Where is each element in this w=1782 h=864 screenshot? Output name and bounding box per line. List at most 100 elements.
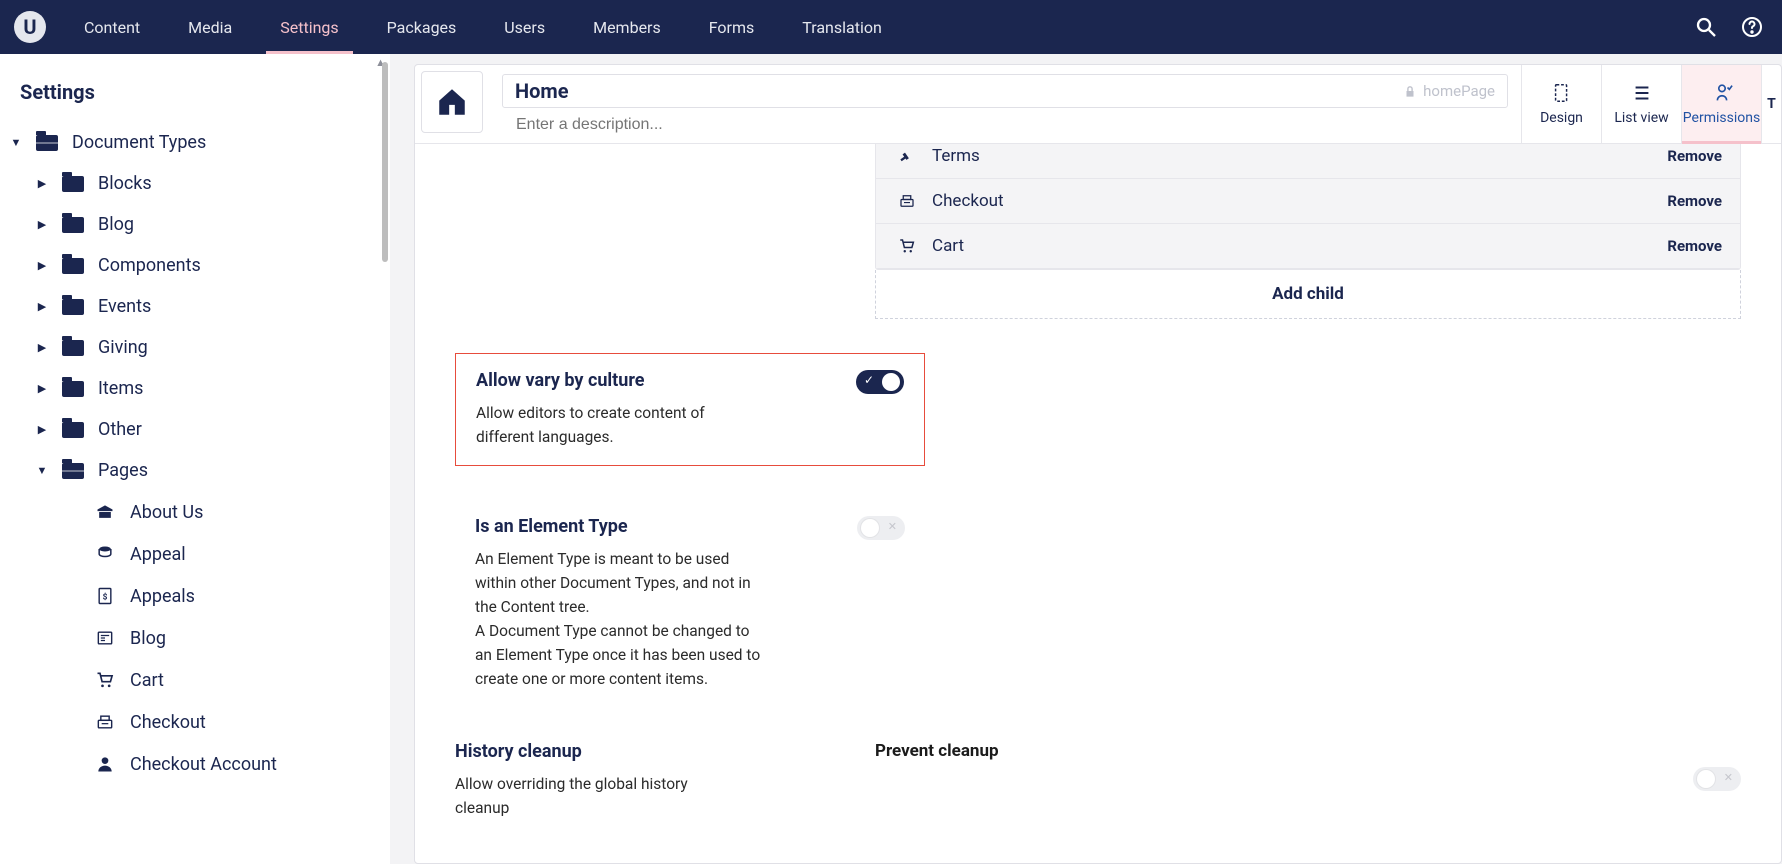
chevron-right-icon[interactable]: ▶ <box>36 218 48 231</box>
tree-item-appeals[interactable]: Appeals <box>10 575 380 617</box>
child-item-label: Terms <box>920 146 1667 166</box>
nav-tab-forms[interactable]: Forms <box>685 0 779 54</box>
tree-item-label: Document Types <box>72 132 380 153</box>
tree-item-about-us[interactable]: About Us <box>10 491 380 533</box>
sidebar: ▲ Settings ▼Document Types▶Blocks▶Blog▶C… <box>0 54 390 864</box>
editor-tabs: DesignList viewPermissionsT <box>1521 65 1781 143</box>
app-logo[interactable]: U <box>0 11 60 43</box>
child-item-cart[interactable]: CartRemove <box>876 224 1740 269</box>
tree-item-label: Checkout <box>130 712 380 733</box>
toggle-varyCulture[interactable] <box>856 370 904 394</box>
register-icon <box>94 711 116 733</box>
tree-item-items[interactable]: ▶ Items <box>10 368 380 409</box>
tree-item-label: About Us <box>130 502 380 523</box>
umbraco-logo-icon: U <box>14 11 46 43</box>
tree-item-label: Events <box>98 296 380 317</box>
cart-icon <box>94 669 116 691</box>
tree-item-components[interactable]: ▶ Components <box>10 245 380 286</box>
nav-tab-settings[interactable]: Settings <box>256 0 362 54</box>
setting-title-varyCulture: Allow vary by culture <box>476 370 766 391</box>
folder-icon <box>62 422 84 438</box>
tab-permissions[interactable]: Permissions <box>1681 65 1761 143</box>
nav-tab-content[interactable]: Content <box>60 0 164 54</box>
nav-tab-users[interactable]: Users <box>480 0 569 54</box>
nav-tab-translation[interactable]: Translation <box>778 0 906 54</box>
document-alias[interactable]: homePage <box>1403 82 1495 100</box>
folder-icon <box>62 217 84 233</box>
tree-item-label: Cart <box>130 670 380 691</box>
chevron-right-icon[interactable]: ▶ <box>36 177 48 190</box>
help-icon[interactable] <box>1740 15 1764 39</box>
tree-item-other[interactable]: ▶ Other <box>10 409 380 450</box>
setting-desc-varyCulture: Allow editors to create content of diffe… <box>476 401 766 449</box>
editor-body: SitemapRemoveTermsRemoveCheckoutRemoveCa… <box>415 144 1781 863</box>
toggle-elementType <box>857 516 905 540</box>
child-item-terms[interactable]: TermsRemove <box>876 144 1740 179</box>
tree-item-cart[interactable]: Cart <box>10 659 380 701</box>
setting-desc-historyCleanup: Allow overriding the global history clea… <box>455 772 745 820</box>
tree-item-blog[interactable]: Blog <box>10 617 380 659</box>
nav-tab-members[interactable]: Members <box>569 0 685 54</box>
tree-item-label: Blocks <box>98 173 380 194</box>
chevron-right-icon[interactable]: ▶ <box>36 300 48 313</box>
chevron-right-icon[interactable]: ▶ <box>36 382 48 395</box>
register-icon <box>894 192 920 210</box>
tree-item-label: Items <box>98 378 380 399</box>
tree-item-blog[interactable]: ▶ Blog <box>10 204 380 245</box>
permissions-icon <box>1711 82 1733 104</box>
description-input[interactable] <box>502 108 1508 134</box>
person-icon <box>94 753 116 775</box>
chevron-down-icon[interactable]: ▼ <box>10 136 22 149</box>
tree-item-appeal[interactable]: Appeal <box>10 533 380 575</box>
nav-tab-media[interactable]: Media <box>164 0 256 54</box>
design-icon <box>1551 82 1573 104</box>
stack-icon <box>94 543 116 565</box>
chevron-right-icon[interactable]: ▶ <box>36 423 48 436</box>
tree-item-checkout-account[interactable]: Checkout Account <box>10 743 380 785</box>
tree-item-pages[interactable]: ▼ Pages <box>10 450 380 491</box>
document-type-tree: ▼ Document Types ▶ Blocks ▶ Blog ▶ Components ▶ E… <box>10 122 380 785</box>
doc-dollar-icon <box>94 585 116 607</box>
top-nav: U ContentMediaSettingsPackagesUsersMembe… <box>0 0 1782 54</box>
tree-item-label: Blog <box>130 628 380 649</box>
remove-child-button[interactable]: Remove <box>1667 192 1722 210</box>
chevron-down-icon[interactable]: ▼ <box>36 464 48 477</box>
tree-item-blocks[interactable]: ▶ Blocks <box>10 163 380 204</box>
chevron-right-icon[interactable]: ▶ <box>36 341 48 354</box>
tab-listview[interactable]: List view <box>1601 65 1681 143</box>
chevron-right-icon[interactable]: ▶ <box>36 259 48 272</box>
newspaper-icon <box>94 627 116 649</box>
sidebar-scrollbar[interactable] <box>382 62 388 262</box>
more-tabs-indicator[interactable]: T <box>1761 65 1781 143</box>
remove-child-button[interactable]: Remove <box>1667 237 1722 255</box>
tree-item-checkout[interactable]: Checkout <box>10 701 380 743</box>
document-icon-picker[interactable] <box>421 71 483 133</box>
permissions-settings: Allow vary by culture Allow editors to cr… <box>455 353 1741 820</box>
tree-item-events[interactable]: ▶ Events <box>10 286 380 327</box>
remove-child-button[interactable]: Remove <box>1667 147 1722 165</box>
tree-item-document-types[interactable]: ▼ Document Types <box>10 122 380 163</box>
allowed-children-list: SitemapRemoveTermsRemoveCheckoutRemoveCa… <box>875 144 1741 270</box>
tree-item-label: Pages <box>98 460 380 481</box>
main-area: Home homePage DesignList viewPermissions… <box>390 54 1782 864</box>
tree-item-giving[interactable]: ▶Giving <box>10 327 380 368</box>
setting-elementType: Is an Element TypeAn Element Type is mea… <box>455 500 925 707</box>
tree-item-label: Components <box>98 255 380 276</box>
lock-icon <box>1403 84 1417 98</box>
nav-tab-packages[interactable]: Packages <box>363 0 481 54</box>
institution-icon <box>94 501 116 523</box>
child-item-checkout[interactable]: CheckoutRemove <box>876 179 1740 224</box>
tab-design[interactable]: Design <box>1521 65 1601 143</box>
document-title-input[interactable]: Home <box>515 79 1403 103</box>
add-child-button[interactable]: Add child <box>875 270 1741 319</box>
search-icon[interactable] <box>1694 15 1718 39</box>
tree-item-label: Other <box>98 419 380 440</box>
folder-icon <box>62 463 84 479</box>
toggle-historyCleanup <box>1693 767 1741 791</box>
prevent-cleanup-label: Prevent cleanup <box>875 741 1741 761</box>
tree-item-label: Blog <box>98 214 380 235</box>
editor-panel: Home homePage DesignList viewPermissions… <box>414 64 1782 864</box>
folder-icon <box>62 258 84 274</box>
editor-header: Home homePage DesignList viewPermissions… <box>415 65 1781 144</box>
setting-desc-elementType: An Element Type is meant to be used with… <box>475 547 765 691</box>
